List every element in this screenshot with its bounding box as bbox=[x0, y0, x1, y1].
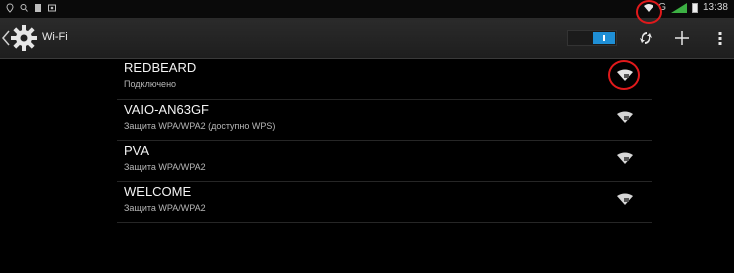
network-status: Защита WPA/WPA2 (доступно WPS) bbox=[124, 121, 276, 131]
network-ssid: REDBEARD bbox=[124, 60, 197, 75]
notification-icon bbox=[35, 4, 41, 12]
network-list: REDBEARD Подключено VAIO-AN63GF Защита W… bbox=[117, 58, 652, 223]
network-row[interactable]: VAIO-AN63GF Защита WPA/WPA2 (доступно WP… bbox=[117, 100, 652, 141]
cell-signal-icon bbox=[670, 2, 687, 13]
network-status: Защита WPA/WPA2 bbox=[124, 162, 206, 172]
network-row[interactable]: WELCOME Защита WPA/WPA2 bbox=[117, 182, 652, 223]
highlight-circle bbox=[636, 0, 662, 24]
status-bar: G 13:38 bbox=[0, 0, 734, 18]
network-ssid: VAIO-AN63GF bbox=[124, 102, 210, 117]
network-ssid: PVA bbox=[124, 143, 150, 158]
wifi-toggle[interactable] bbox=[567, 30, 617, 46]
search-icon bbox=[20, 4, 28, 12]
add-icon[interactable] bbox=[674, 30, 690, 46]
battery-icon bbox=[691, 2, 698, 13]
wifi-lock-icon bbox=[617, 111, 633, 123]
status-left-icons bbox=[6, 3, 56, 13]
clock: 13:38 bbox=[702, 2, 728, 13]
network-ssid: WELCOME bbox=[124, 184, 192, 199]
overflow-menu-icon[interactable] bbox=[712, 30, 728, 46]
page-title: Wi-Fi bbox=[42, 31, 68, 43]
location-icon bbox=[6, 3, 14, 13]
highlight-circle bbox=[608, 60, 640, 90]
back-caret-icon[interactable] bbox=[2, 30, 10, 46]
settings-gear-icon[interactable] bbox=[10, 24, 38, 52]
network-status: Подключено bbox=[124, 79, 177, 89]
network-status: Защита WPA/WPA2 bbox=[124, 203, 206, 213]
wifi-lock-icon bbox=[617, 152, 633, 164]
network-row[interactable]: REDBEARD Подключено bbox=[117, 58, 652, 100]
wps-icon[interactable] bbox=[638, 30, 654, 46]
network-row[interactable]: PVA Защита WPA/WPA2 bbox=[117, 141, 652, 182]
wifi-lock-icon bbox=[617, 193, 633, 205]
action-bar: Wi-Fi bbox=[0, 18, 734, 59]
toggle-on-indicator bbox=[593, 32, 615, 44]
screenshot-icon bbox=[48, 4, 56, 12]
